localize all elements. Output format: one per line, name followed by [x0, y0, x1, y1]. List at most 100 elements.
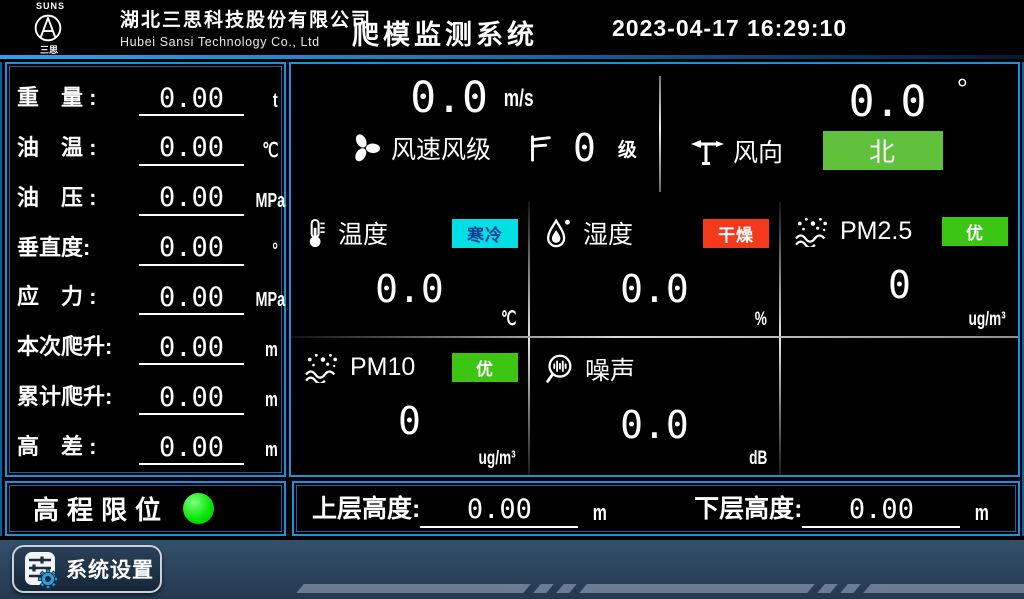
- sensor-value: 0.0: [530, 267, 779, 311]
- measure-row-stress: 应 力 : 0.00 MPa: [17, 269, 278, 315]
- measure-value: 0.00: [139, 184, 244, 215]
- lower-height-label: 下层高度:: [694, 489, 802, 528]
- noise-icon: [542, 352, 576, 386]
- heights-box: 上层高度: 0.00 m 下层高度: 0.00 m: [292, 481, 1020, 536]
- measure-label: 重 量 :: [17, 80, 139, 116]
- wind-direction-unit: °: [957, 73, 968, 105]
- wind-vane-icon: [689, 133, 725, 169]
- wind-section: 0.0 m/s 风速风级: [291, 64, 1018, 202]
- measure-unit: MPa: [256, 289, 286, 312]
- wind-direction-cell: 0.0 ° 风向 北: [661, 64, 1018, 202]
- lower-height-unit: m: [975, 500, 989, 526]
- wind-level-value: 0: [573, 129, 596, 167]
- lower-height-group: 下层高度: 0.00 m: [694, 489, 992, 528]
- measure-value: 0.00: [139, 384, 244, 415]
- measure-value: 0.00: [139, 284, 244, 315]
- sensor-status-badge: 优: [942, 217, 1008, 246]
- measure-value: 0.00: [139, 134, 244, 165]
- footer-bar: 系统设置: [0, 540, 1024, 599]
- wind-level-unit: 级: [618, 135, 637, 162]
- sensor-unit: ug/m³: [479, 448, 516, 470]
- sensor-cell-noise: 噪声 0.0 dB: [530, 338, 779, 475]
- measure-row-current-climb: 本次爬升: 0.00 m: [17, 319, 278, 365]
- gear-icon: [39, 570, 58, 589]
- upper-height-group: 上层高度: 0.00 m: [312, 489, 610, 528]
- measure-row-total-climb: 累计爬升: 0.00 m: [17, 369, 278, 415]
- elevation-limit-label: 高程限位: [33, 490, 169, 527]
- sensor-cell-humidity: 湿度 干燥 0.0 %: [530, 202, 779, 336]
- measure-unit: m: [265, 439, 278, 462]
- measure-unit: m: [265, 389, 278, 412]
- sensor-status-badge: 干燥: [703, 219, 769, 248]
- page-title: 爬模监测系统: [352, 13, 538, 52]
- measure-row-verticality: 垂直度: 0.00 °: [17, 220, 278, 266]
- wind-speed-cell: 0.0 m/s 风速风级: [291, 64, 659, 202]
- sensor-label: 湿度: [583, 215, 633, 251]
- sensor-status-badge: 优: [452, 353, 518, 382]
- measure-label: 累计爬升:: [17, 379, 139, 415]
- upper-height-value: 0.00: [420, 494, 578, 528]
- company-name-cn: 湖北三思科技股份有限公司: [120, 5, 372, 32]
- wind-direction-label: 风向: [733, 133, 783, 169]
- screen-edge-left: [0, 62, 2, 536]
- measure-row-oil-temp: 油 温 : 0.00 ℃: [17, 120, 278, 166]
- sensor-unit: ug/m³: [969, 309, 1006, 331]
- sansi-logo-icon: [30, 11, 66, 45]
- sensor-cell-pm25: PM2.5 优 0 ug/m³: [781, 202, 1018, 336]
- header-divider: [0, 55, 1024, 59]
- measure-value: 0.00: [139, 434, 244, 465]
- measure-label: 高 差 :: [17, 429, 139, 465]
- droplet-icon: [542, 216, 574, 250]
- sensor-label: PM10: [350, 353, 415, 382]
- wind-speed-label: 风速风级: [391, 130, 491, 166]
- sensor-value: 0: [291, 399, 528, 443]
- elevation-limit-indicator: [183, 493, 214, 524]
- measure-unit: m: [265, 339, 278, 362]
- sensor-value: 0: [781, 263, 1018, 307]
- settings-sliders-icon: [22, 550, 60, 588]
- measure-label: 垂直度:: [17, 230, 139, 266]
- elevation-limit-box: 高程限位: [5, 481, 286, 536]
- measure-label: 油 温 :: [17, 130, 139, 166]
- logo-suns-text: SUNS: [24, 1, 116, 11]
- sensor-cell-empty: [781, 338, 1018, 475]
- sensor-unit: %: [755, 309, 767, 331]
- measure-value: 0.00: [139, 85, 244, 116]
- header-bar: SUNS 三思 湖北三思科技股份有限公司 Hubei Sansi Technol…: [0, 0, 1024, 55]
- thermometer-icon: [303, 216, 329, 250]
- measurement-panel: 重 量 : 0.00 t 油 温 : 0.00 ℃ 油 压 : 0.00 MPa…: [5, 62, 286, 477]
- measure-value: 0.00: [139, 234, 244, 265]
- company-logo: SUNS 三思: [24, 1, 116, 56]
- wind-direction-badge: 北: [823, 131, 943, 170]
- lower-height-value: 0.00: [802, 494, 960, 528]
- measure-label: 油 压 :: [17, 180, 139, 216]
- company-name-en: Hubei Sansi Technology Co., Ltd: [120, 35, 372, 49]
- measure-unit: ℃: [262, 138, 278, 163]
- sensor-label: 噪声: [585, 351, 635, 387]
- fan-icon: [347, 130, 383, 166]
- system-settings-button[interactable]: 系统设置: [12, 545, 162, 593]
- sensor-status-badge: 寒冷: [452, 219, 518, 248]
- measure-row-height-diff: 高 差 : 0.00 m: [17, 419, 278, 465]
- sensor-label: PM2.5: [840, 217, 912, 246]
- particles-icon: [793, 215, 831, 247]
- wind-direction-value: 0.0: [849, 77, 927, 127]
- wind-speed-unit: m/s: [504, 85, 534, 113]
- sensor-cell-pm10: PM10 优 0 ug/m³: [291, 338, 528, 475]
- sensor-value: 0.0: [530, 403, 779, 447]
- wind-level-flag-icon: [525, 132, 555, 164]
- measure-label: 应 力 :: [17, 279, 139, 315]
- sensor-grid: 温度 寒冷 0.0 ℃ 湿度 干燥 0.0 %: [291, 202, 1018, 475]
- system-settings-label: 系统设置: [66, 554, 154, 584]
- wind-speed-value: 0.0: [410, 73, 488, 123]
- footer-decor-stripes: [296, 584, 1024, 593]
- particles-icon: [303, 351, 341, 383]
- measure-unit: MPa: [256, 190, 286, 213]
- upper-height-label: 上层高度:: [312, 489, 420, 528]
- environment-panel: 0.0 m/s 风速风级: [289, 62, 1020, 477]
- measure-unit: t: [273, 90, 278, 113]
- measure-row-oil-pressure: 油 压 : 0.00 MPa: [17, 170, 278, 216]
- measure-row-weight: 重 量 : 0.00 t: [17, 70, 278, 116]
- measure-unit: °: [272, 240, 278, 263]
- measure-label: 本次爬升:: [17, 329, 139, 365]
